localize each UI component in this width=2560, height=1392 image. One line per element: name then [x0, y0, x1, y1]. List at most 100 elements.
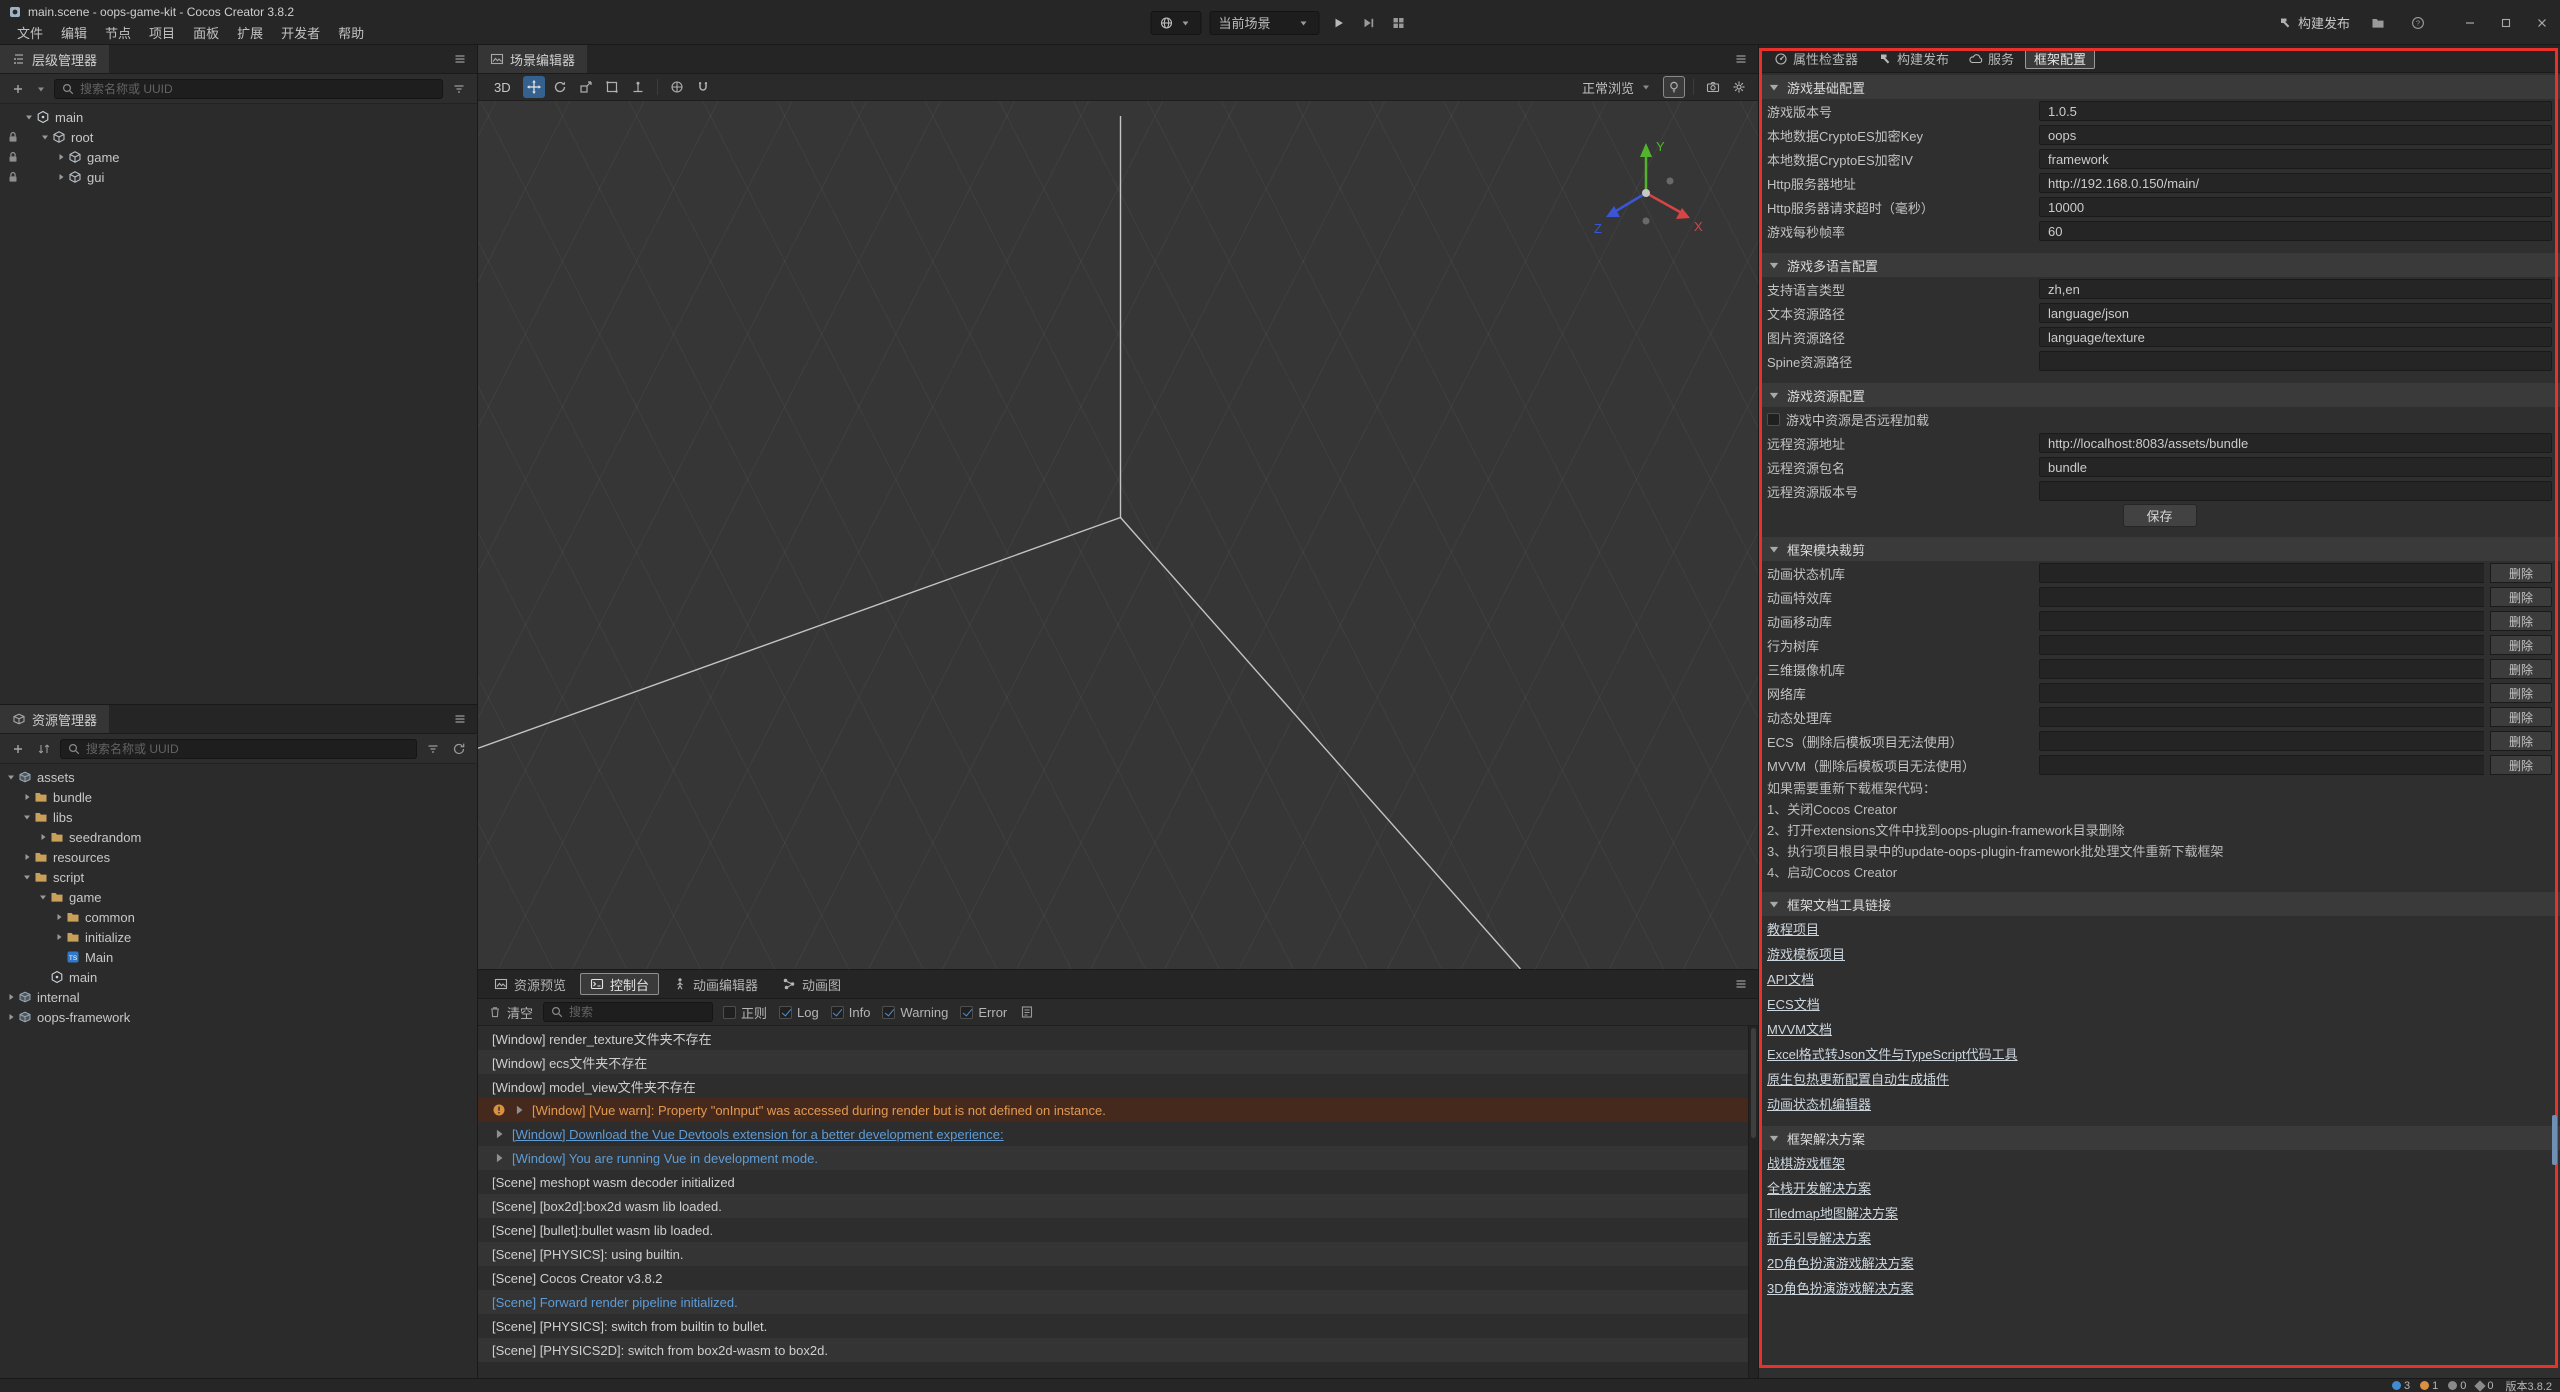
scene-camera-button[interactable] [1702, 76, 1724, 98]
play-button[interactable] [1328, 12, 1350, 34]
section-header[interactable]: 游戏资源配置 [1759, 383, 2560, 407]
doc-link[interactable]: 教程项目 [1767, 919, 1819, 938]
property-input[interactable]: language/json [2039, 303, 2552, 323]
snap-button[interactable] [692, 76, 714, 98]
doc-link[interactable]: 3D角色扮演游戏解决方案 [1767, 1278, 1914, 1297]
doc-link[interactable]: 原生包热更新配置自动生成插件 [1767, 1069, 1949, 1088]
console-tab[interactable]: 资源预览 [484, 973, 576, 995]
tree-item[interactable]: libs [0, 807, 477, 827]
menu-item-3[interactable]: 项目 [140, 23, 184, 42]
hierarchy-menu-button[interactable] [443, 52, 477, 66]
console-tab[interactable]: 控制台 [580, 973, 659, 995]
row-gutter[interactable] [4, 150, 22, 164]
rect-tool-button[interactable] [601, 76, 623, 98]
property-input[interactable]: bundle [2039, 457, 2552, 477]
console-row[interactable]: [Scene] [PHYSICS2D]: switch from box2d-w… [478, 1338, 1758, 1362]
doc-link[interactable]: Tiledmap地图解决方案 [1767, 1203, 1898, 1222]
console-row[interactable]: [Scene] Forward render pipeline initiali… [478, 1290, 1758, 1314]
property-input[interactable]: 1.0.5 [2039, 101, 2552, 121]
doc-link[interactable]: Excel格式转Json文件与TypeScript代码工具 [1767, 1044, 2018, 1063]
console-filter-checkbox[interactable]: 正则 [723, 1003, 767, 1022]
doc-link[interactable]: ECS文档 [1767, 994, 1820, 1013]
row-gutter[interactable] [4, 170, 22, 184]
console-row[interactable]: [Window] [Vue warn]: Property "onInput" … [478, 1098, 1758, 1122]
assets-sort-button[interactable] [34, 739, 54, 759]
inspector-tab[interactable]: 框架配置 [2025, 48, 2095, 69]
console-row[interactable]: [Window] render_texture文件夹不存在 [478, 1026, 1758, 1050]
remote-load-checkbox[interactable] [1767, 413, 1780, 426]
pivot-tool-button[interactable] [627, 76, 649, 98]
inspector-tab[interactable]: 属性检查器 [1765, 48, 1867, 69]
help-button[interactable]: ? [2406, 11, 2430, 35]
inspector-tab[interactable]: 构建发布 [1869, 48, 1958, 69]
tree-item[interactable]: common [0, 907, 477, 927]
coordinate-space-button[interactable] [666, 76, 688, 98]
doc-link[interactable]: 全栈开发解决方案 [1767, 1178, 1871, 1197]
hierarchy-tab[interactable]: 层级管理器 [0, 45, 109, 73]
close-button[interactable] [2524, 0, 2560, 45]
doc-link[interactable]: API文档 [1767, 969, 1814, 988]
console-row[interactable]: [Scene] [PHYSICS]: using builtin. [478, 1242, 1758, 1266]
chevron-down-icon[interactable] [34, 82, 48, 96]
scene-menu-button[interactable] [1724, 52, 1758, 66]
step-button[interactable] [1358, 12, 1380, 34]
layout-button[interactable] [1388, 12, 1410, 34]
scene-viewport[interactable]: Y X Z [478, 101, 1758, 969]
scene-select[interactable]: 当前场景 [1210, 11, 1320, 35]
doc-link[interactable]: MVVM文档 [1767, 1019, 1832, 1038]
section-header[interactable]: 框架文档工具链接 [1759, 892, 2560, 916]
delete-module-button[interactable]: 删除 [2490, 755, 2552, 775]
open-project-folder-button[interactable] [2366, 11, 2390, 35]
tree-item[interactable]: initialize [0, 927, 477, 947]
assets-search-input[interactable] [60, 739, 417, 759]
console-row[interactable]: [Window] model_view文件夹不存在 [478, 1074, 1758, 1098]
delete-module-button[interactable]: 删除 [2490, 635, 2552, 655]
property-input[interactable]: 10000 [2039, 197, 2552, 217]
delete-module-button[interactable]: 删除 [2490, 611, 2552, 631]
property-input[interactable]: 60 [2039, 221, 2552, 241]
console-search-field[interactable] [569, 1005, 706, 1019]
tree-item[interactable]: bundle [0, 787, 477, 807]
console-row[interactable]: [Scene] meshopt wasm decoder initialized [478, 1170, 1758, 1194]
doc-link[interactable]: 新手引导解决方案 [1767, 1228, 1871, 1247]
doc-link[interactable]: 战棋游戏框架 [1767, 1153, 1845, 1172]
hierarchy-search-input[interactable] [54, 79, 443, 99]
property-input[interactable] [2039, 481, 2552, 501]
doc-link[interactable]: 游戏模板项目 [1767, 944, 1845, 963]
status-count[interactable]: 1 [2420, 1380, 2438, 1392]
console-menu-button[interactable] [1724, 977, 1758, 991]
console-filter-checkbox[interactable]: Info [831, 1005, 871, 1020]
menu-item-0[interactable]: 文件 [8, 23, 52, 42]
save-button[interactable]: 保存 [2123, 504, 2197, 527]
tree-item[interactable]: internal [0, 987, 477, 1007]
tree-item[interactable]: assets [0, 767, 477, 787]
menu-item-5[interactable]: 扩展 [228, 23, 272, 42]
mode-3d-toggle[interactable]: 3D [486, 80, 519, 95]
scale-tool-button[interactable] [575, 76, 597, 98]
doc-link[interactable]: 动画状态机编辑器 [1767, 1094, 1871, 1113]
tree-item[interactable]: game [0, 147, 477, 167]
console-filter-checkbox[interactable]: Warning [882, 1005, 948, 1020]
menu-item-7[interactable]: 帮助 [329, 23, 373, 42]
console-filter-checkbox[interactable]: Error [960, 1005, 1007, 1020]
delete-module-button[interactable]: 删除 [2490, 563, 2552, 583]
console-row[interactable]: [Scene] [bullet]:bullet wasm lib loaded. [478, 1218, 1758, 1242]
rotate-tool-button[interactable] [549, 76, 571, 98]
move-tool-button[interactable] [523, 76, 545, 98]
minimize-button[interactable] [2452, 0, 2488, 45]
section-header[interactable]: 游戏多语言配置 [1759, 253, 2560, 277]
tree-item[interactable]: TSMain [0, 947, 477, 967]
property-input[interactable]: language/texture [2039, 327, 2552, 347]
assets-tab[interactable]: 资源管理器 [0, 705, 109, 733]
console-row[interactable]: [Scene] [PHYSICS]: switch from builtin t… [478, 1314, 1758, 1338]
delete-module-button[interactable]: 删除 [2490, 587, 2552, 607]
section-header[interactable]: 框架解决方案 [1759, 1126, 2560, 1150]
inspector-tab[interactable]: 服务 [1960, 48, 2023, 69]
console-filter-checkbox[interactable]: Log [779, 1005, 819, 1020]
tree-item[interactable]: main [0, 107, 477, 127]
create-asset-button[interactable] [8, 739, 28, 759]
menu-item-4[interactable]: 面板 [184, 23, 228, 42]
row-gutter[interactable] [4, 130, 22, 144]
section-header[interactable]: 框架模块裁剪 [1759, 537, 2560, 561]
view-mode-select[interactable]: 正常浏览 [1576, 78, 1659, 97]
